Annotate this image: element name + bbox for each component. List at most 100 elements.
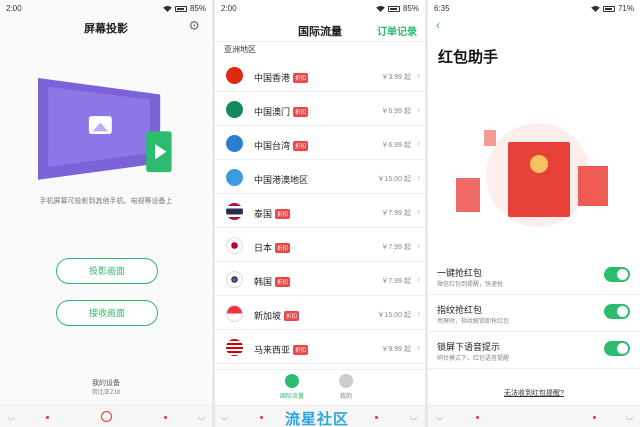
projection-description: 手机屏幕可投影到其他手机、电视等设备上 <box>39 198 173 205</box>
setting-row: 一键抢红包微信红包到提醒，快速抢 <box>428 259 640 295</box>
region-row[interactable]: 日本 折扣 ￥7.99 起 › <box>215 229 425 262</box>
chevron-right-icon: › <box>417 70 420 80</box>
tab-international-data[interactable]: 国际流量 <box>272 374 312 400</box>
international-data-panel: 2:00 85% 国际流量 订单记录 亚洲地区 中国香港 折扣 ￥3.99 起 › 中国… <box>215 0 425 427</box>
nav-recent-dot[interactable] <box>593 416 596 419</box>
status-time: 2:00 <box>6 4 22 13</box>
chevron-right-icon: › <box>417 342 420 352</box>
order-history-link[interactable]: 订单记录 <box>377 23 417 38</box>
status-time: 2:00 <box>221 4 237 13</box>
discount-badge: 折扣 <box>275 208 291 219</box>
region-price: ￥7.99 起 <box>381 278 411 285</box>
nav-collapse-icon[interactable]: ◡ <box>626 412 633 421</box>
region-name: 新加坡 <box>254 311 282 321</box>
projection-illustration <box>38 77 172 180</box>
chevron-right-icon: › <box>417 104 420 114</box>
tab-mine[interactable]: 我的 <box>326 374 366 400</box>
discount-badge: 折扣 <box>275 242 291 253</box>
system-nav-bar: ◡ ◡ <box>428 405 640 427</box>
region-name: 日本 <box>254 243 273 253</box>
region-row[interactable]: 泰国 折扣 ￥7.99 起 › <box>215 195 425 228</box>
globe-icon <box>285 374 299 388</box>
nav-menu-dot[interactable] <box>46 416 49 419</box>
region-price: ￥15.00 起 <box>377 312 411 319</box>
battery-level: 85% <box>402 4 419 13</box>
back-chevron-icon[interactable]: ‹ <box>436 18 440 32</box>
flag-icon <box>226 339 243 356</box>
nav-collapse-icon[interactable]: ◡ <box>198 412 205 421</box>
setting-toggle[interactable] <box>604 267 630 282</box>
flag-icon <box>226 305 243 322</box>
region-price: ￥9.99 起 <box>381 346 411 353</box>
nav-menu-dot[interactable] <box>476 416 479 419</box>
device-name: 努比亚Z18 <box>91 390 121 396</box>
header: 国际流量 订单记录 <box>215 16 425 42</box>
wifi-icon <box>591 5 600 12</box>
setting-toggle[interactable] <box>604 341 630 356</box>
setting-description: 亮屏时，指纹解锁即抢红包 <box>437 319 510 325</box>
battery-icon <box>387 5 400 12</box>
chevron-right-icon: › <box>417 274 420 284</box>
nav-back-icon[interactable]: ◡ <box>8 412 15 421</box>
screen-projection-panel: 2:00 85% 屏幕投影 ⚙ 手机屏幕可投影到其他手机、电视等设备上 投影画面… <box>0 0 212 427</box>
region-row[interactable]: 中国台湾 折扣 ￥6.99 起 › <box>215 127 425 160</box>
status-bar: 6:35 71% <box>428 0 640 16</box>
flag-icon <box>226 203 243 220</box>
flag-icon <box>226 169 243 186</box>
setting-label: 指纹抢红包 <box>437 305 483 315</box>
nav-back-icon[interactable]: ◡ <box>436 412 443 421</box>
nav-recent-dot[interactable] <box>164 416 167 419</box>
region-price: ￥6.99 起 <box>381 108 411 115</box>
watermark: 流星社区 <box>285 411 350 427</box>
nav-menu-dot[interactable] <box>260 416 263 419</box>
setting-label: 一键抢红包 <box>437 268 483 278</box>
status-bar: 2:00 85% <box>0 0 212 16</box>
region-price: ￥15.00 起 <box>377 176 411 183</box>
wifi-icon <box>376 5 385 12</box>
battery-icon <box>174 5 187 12</box>
region-row[interactable]: 韩国 折扣 ￥7.99 起 › <box>215 263 425 296</box>
region-row[interactable]: 马来西亚 折扣 ￥9.99 起 › <box>215 331 425 364</box>
setting-description: 微信红包到提醒，快速抢 <box>437 282 504 288</box>
red-packet-helper-panel: 6:35 71% ‹ 红包助手 一键抢红包微信红包到提醒，快速抢指纹抢红包亮屏时… <box>428 0 640 427</box>
red-envelope-illustration <box>456 123 608 227</box>
nav-recent-dot[interactable] <box>375 416 378 419</box>
settings-gear-icon[interactable]: ⚙ <box>188 18 200 34</box>
region-row[interactable]: 中国澳门 折扣 ￥6.99 起 › <box>215 93 425 126</box>
page-title: 红包助手 <box>438 49 499 66</box>
region-name: 泰国 <box>254 209 273 219</box>
discount-badge: 折扣 <box>275 276 291 287</box>
region-price: ￥3.99 起 <box>381 74 411 81</box>
project-screen-button[interactable]: 投影画面 <box>56 258 158 284</box>
region-row[interactable]: 新加坡 折扣 ￥15.00 起 › <box>215 297 425 330</box>
battery-level: 85% <box>189 4 206 13</box>
user-icon <box>339 374 353 388</box>
page-title: 屏幕投影 <box>84 23 128 35</box>
region-name: 中国港澳地区 <box>254 175 309 185</box>
region-price: ￥7.99 起 <box>381 244 411 251</box>
chevron-right-icon: › <box>417 172 420 182</box>
section-heading: 亚洲地区 <box>224 45 256 54</box>
chevron-right-icon: › <box>417 240 420 250</box>
flag-icon <box>226 271 243 288</box>
region-row[interactable]: 中国港澳地区 ￥15.00 起 › <box>215 161 425 194</box>
tab-label: 我的 <box>339 394 352 400</box>
chevron-right-icon: › <box>417 138 420 148</box>
receive-screen-button[interactable]: 接收画面 <box>56 300 158 326</box>
bottom-tab-bar: 国际流量 我的 <box>215 369 425 405</box>
region-row[interactable]: 中国香港 折扣 ￥3.99 起 › <box>215 59 425 92</box>
flag-icon <box>226 67 243 84</box>
wifi-icon <box>163 5 172 12</box>
tab-label: 国际流量 <box>279 394 304 400</box>
nav-home-icon[interactable] <box>101 411 112 422</box>
status-time: 6:35 <box>434 4 450 13</box>
battery-level: 71% <box>617 4 634 13</box>
help-link[interactable]: 无法收到红包提醒? <box>428 388 640 398</box>
setting-toggle[interactable] <box>604 304 630 319</box>
nav-collapse-icon[interactable]: ◡ <box>410 412 417 421</box>
region-name: 马来西亚 <box>254 345 291 355</box>
region-name: 中国澳门 <box>254 107 291 117</box>
status-bar: 2:00 85% <box>215 0 425 16</box>
discount-badge: 折扣 <box>293 140 309 151</box>
nav-back-icon[interactable]: ◡ <box>221 412 228 421</box>
